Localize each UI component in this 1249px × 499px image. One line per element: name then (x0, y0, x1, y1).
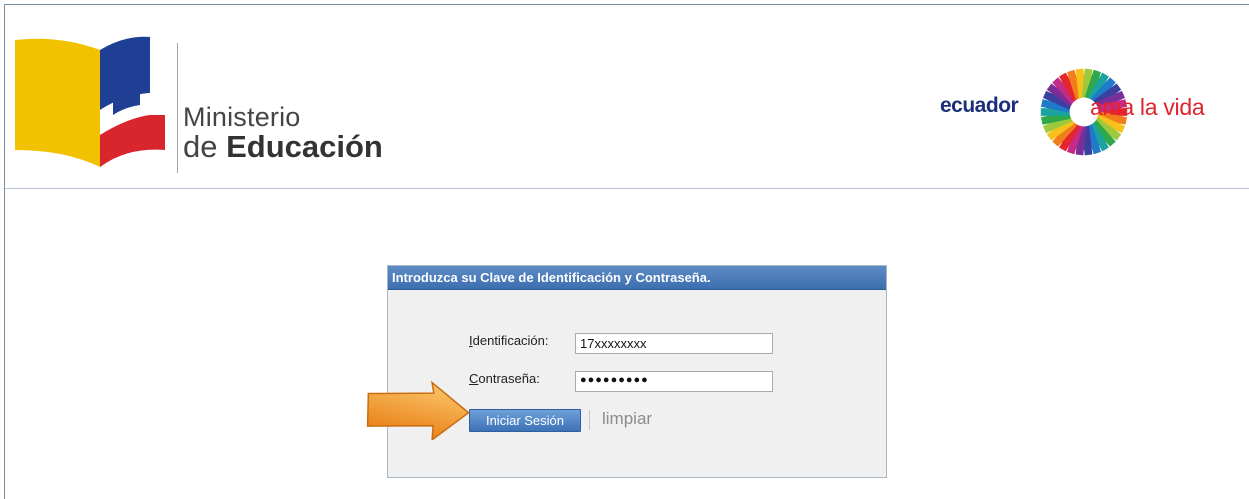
ministry-line2: de Educación (183, 131, 383, 164)
ecuador-word: ecuador (940, 94, 1019, 117)
site-header: Ministerio de Educación ecuador ama la v… (5, 5, 1249, 189)
ministry-line2-prefix: de (183, 129, 218, 165)
ministry-line2-bold: Educación (226, 129, 383, 165)
ministry-line1: Ministerio (183, 102, 301, 132)
logo-divider (177, 43, 178, 173)
ecuador-ama-la-vida-logo: ecuador ama la vida (940, 60, 1249, 160)
ministry-logo (15, 36, 165, 167)
login-button[interactable]: Iniciar Sesión (469, 409, 581, 432)
password-input[interactable]: ●●●●●●●●● (575, 371, 773, 392)
button-divider (589, 410, 590, 430)
page-frame: Ministerio de Educación ecuador ama la v… (4, 4, 1249, 499)
login-panel-title: Introduzca su Clave de Identificación y … (388, 266, 886, 290)
slogan-word: ama la vida (1090, 94, 1205, 120)
clear-link[interactable]: limpiar (602, 409, 652, 429)
identification-label: Identificación: (469, 333, 549, 348)
password-label: Contraseña: (469, 371, 540, 386)
identification-input[interactable]: 17xxxxxxxx (575, 333, 773, 354)
password-label-text: ontraseña: (478, 371, 540, 386)
login-panel: Introduzca su Clave de Identificación y … (387, 265, 887, 478)
arrow-pointer-icon (366, 380, 470, 440)
identification-label-text: dentificación: (472, 333, 549, 348)
ministry-name: Ministerio de Educación (183, 103, 383, 164)
